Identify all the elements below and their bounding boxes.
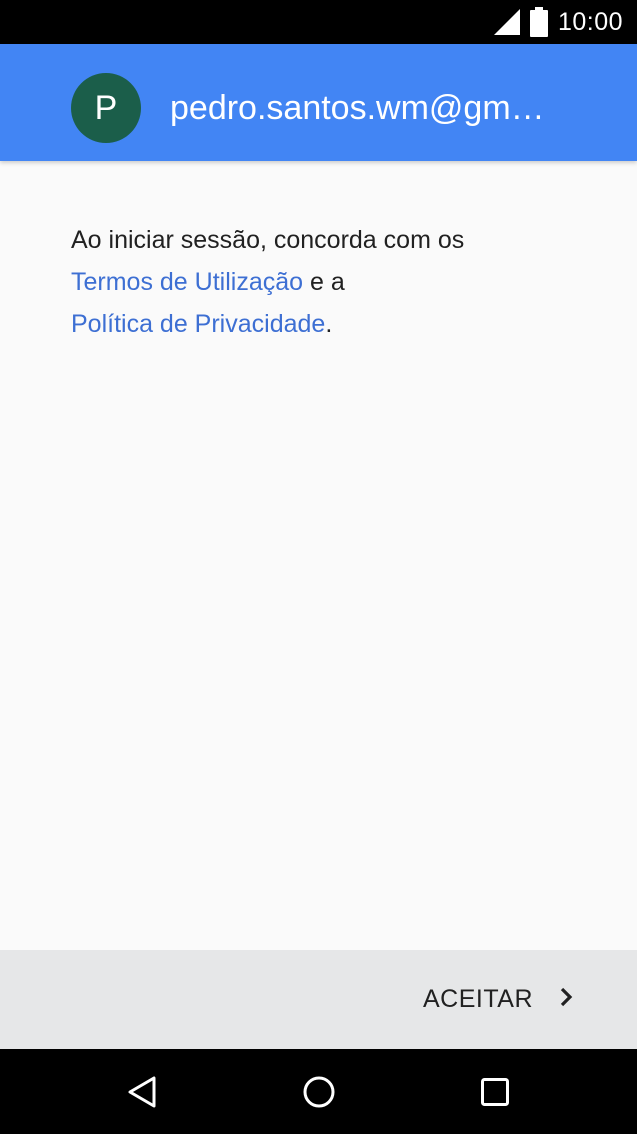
back-icon[interactable] bbox=[120, 1070, 164, 1114]
status-bar: 10:00 bbox=[0, 0, 637, 44]
cell-signal-icon bbox=[493, 9, 520, 35]
accept-button[interactable]: ACEITAR bbox=[423, 950, 573, 1049]
terms-link[interactable]: Termos de Utilização bbox=[71, 268, 303, 296]
battery-icon bbox=[529, 7, 548, 37]
consent-intro: Ao iniciar sessão, concorda com os bbox=[71, 226, 465, 254]
recents-icon[interactable] bbox=[473, 1070, 517, 1114]
clock: 10:00 bbox=[557, 7, 623, 36]
accept-label: ACEITAR bbox=[423, 985, 533, 1013]
privacy-link[interactable]: Política de Privacidade bbox=[71, 310, 325, 338]
status-indicators: 10:00 bbox=[493, 0, 623, 44]
account-email: pedro.santos.wm@gm… bbox=[170, 89, 545, 127]
consent-connector: e a bbox=[309, 268, 345, 296]
chevron-right-icon bbox=[559, 987, 573, 1012]
consent-end: . bbox=[325, 310, 333, 338]
navigation-bar bbox=[0, 1049, 637, 1134]
account-header: P pedro.santos.wm@gm… bbox=[0, 44, 637, 161]
footer-bar: ACEITAR bbox=[0, 950, 637, 1049]
consent-text: Ao iniciar sessão, concorda com os Termo… bbox=[71, 219, 571, 345]
avatar: P bbox=[71, 73, 141, 143]
home-icon[interactable] bbox=[297, 1070, 341, 1114]
